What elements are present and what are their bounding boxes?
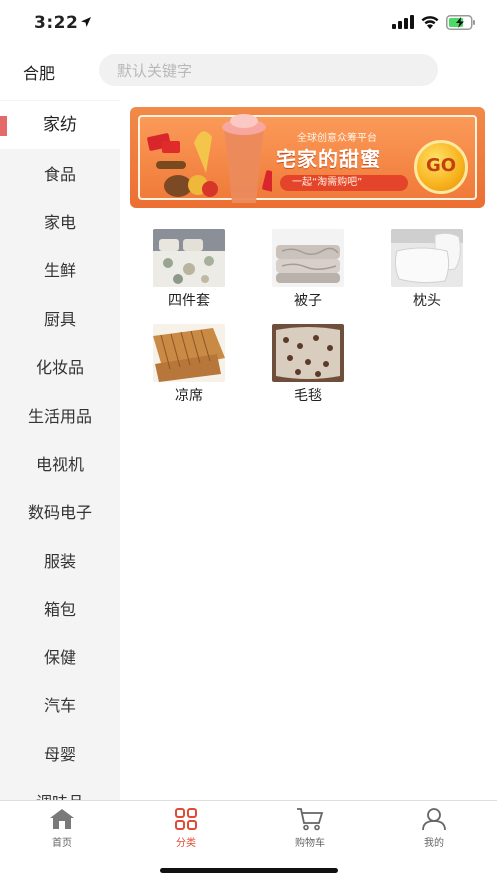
- product-bedding-set[interactable]: 四件套: [144, 229, 234, 310]
- sidebar-item-kitchenware[interactable]: 厨具: [0, 296, 120, 344]
- tab-profile[interactable]: 我的: [394, 807, 474, 849]
- header: 合肥 默认关键字: [0, 50, 497, 92]
- search-input[interactable]: 默认关键字: [99, 54, 438, 86]
- tab-label: 分类: [176, 838, 196, 849]
- banner-subtitle: 全球创意众筹平台: [297, 133, 377, 144]
- tab-cart[interactable]: 购物车: [270, 807, 350, 849]
- product-label: 毛毯: [294, 388, 322, 404]
- quilt-image: [272, 229, 344, 287]
- sidebar-item-seasoning[interactable]: 调味品: [0, 779, 120, 800]
- product-label: 凉席: [175, 388, 203, 404]
- sidebar-item-food[interactable]: 食品: [0, 151, 120, 199]
- cart-icon: [297, 808, 324, 831]
- pillow-image: [391, 229, 463, 287]
- sidebar-item-home-textiles[interactable]: 家纺: [0, 101, 120, 149]
- drink-and-fruit-illustration: [147, 114, 272, 203]
- bamboo-mat-image: [153, 324, 225, 382]
- wifi-icon: [421, 16, 439, 29]
- banner-slogan: 一起“淘需购吧”: [292, 177, 363, 188]
- product-label: 四件套: [168, 293, 210, 309]
- tab-category[interactable]: 分类: [146, 807, 226, 849]
- bedding-set-image: [153, 229, 225, 287]
- product-blanket[interactable]: 毛毯: [263, 324, 353, 405]
- tab-home[interactable]: 首页: [22, 807, 102, 849]
- sidebar-item-bags[interactable]: 箱包: [0, 586, 120, 634]
- product-bamboo-mat[interactable]: 凉席: [144, 324, 234, 405]
- location-arrow-icon: [81, 17, 91, 27]
- product-quilt[interactable]: 被子: [263, 229, 353, 310]
- sidebar-item-baby[interactable]: 母婴: [0, 731, 120, 779]
- sidebar-item-daily-goods[interactable]: 生活用品: [0, 393, 120, 441]
- product-pillow[interactable]: 枕头: [382, 229, 472, 310]
- status-bar: 3:22: [0, 0, 497, 48]
- home-icon: [50, 809, 74, 829]
- sidebar-item-health[interactable]: 保健: [0, 634, 120, 682]
- sidebar-item-auto[interactable]: 汽车: [0, 682, 120, 730]
- cellular-signal-icon: [392, 15, 414, 29]
- city-selector[interactable]: 合肥: [23, 60, 55, 84]
- blanket-image: [272, 324, 344, 382]
- sidebar-item-appliances[interactable]: 家电: [0, 199, 120, 247]
- category-sidebar[interactable]: 家纺 食品 家电 生鲜 厨具 化妆品 生活用品 电视机 数码电子 服装 箱包 保…: [0, 100, 120, 800]
- search-placeholder: 默认关键字: [117, 62, 193, 80]
- banner-title: 宅家的甜蜜: [276, 147, 381, 171]
- sidebar-item-tv[interactable]: 电视机: [0, 441, 120, 489]
- sidebar-item-electronics[interactable]: 数码电子: [0, 489, 120, 537]
- status-time: 3:22: [34, 13, 79, 33]
- tab-label: 我的: [424, 838, 444, 849]
- product-label: 被子: [294, 293, 322, 309]
- sidebar-item-cosmetics[interactable]: 化妆品: [0, 344, 120, 392]
- go-button-label: GO: [425, 155, 457, 176]
- home-indicator: [160, 868, 338, 873]
- tab-label: 购物车: [295, 838, 325, 849]
- product-label: 枕头: [413, 293, 441, 309]
- user-icon: [422, 808, 446, 831]
- category-icon: [175, 808, 197, 830]
- tab-label: 首页: [52, 838, 72, 849]
- sidebar-item-clothing[interactable]: 服装: [0, 538, 120, 586]
- battery-charging-icon: [446, 15, 475, 30]
- sidebar-item-fresh[interactable]: 生鲜: [0, 247, 120, 295]
